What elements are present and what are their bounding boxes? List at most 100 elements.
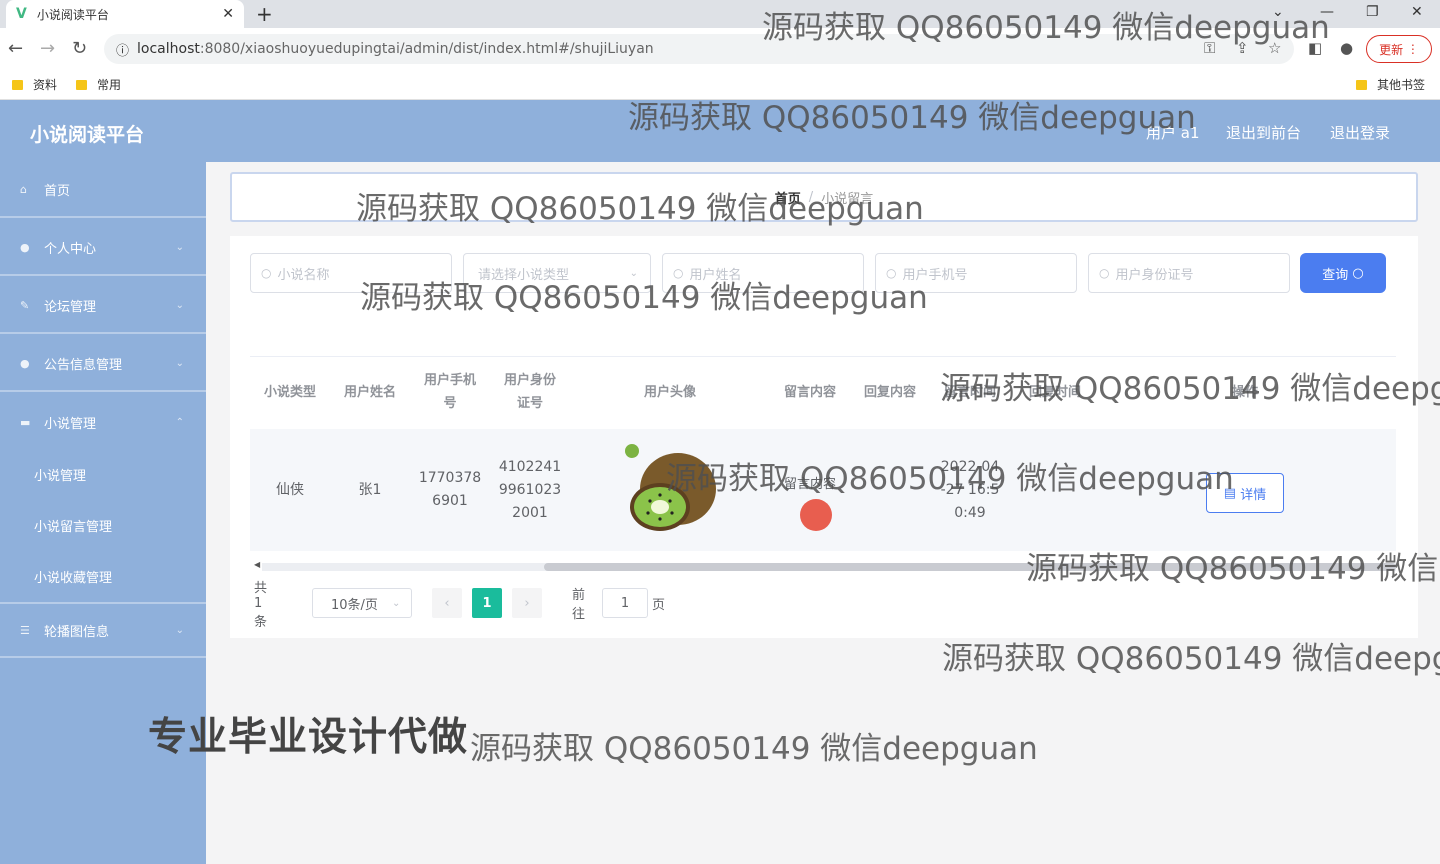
- share-icon[interactable]: ⇪: [1236, 39, 1249, 57]
- sidebar-subitem-novels[interactable]: 小说管理: [0, 449, 206, 500]
- sidebar-subitem-label: 小说管理: [34, 469, 87, 484]
- sidebar-subitem-comments[interactable]: 小说留言管理: [0, 500, 206, 551]
- detail-button[interactable]: ▤ 详情: [1206, 473, 1284, 513]
- url-path: :8080/xiaoshuoyuedupingtai/admin/dist/in…: [199, 41, 654, 57]
- bookmark-folder[interactable]: 常用: [76, 76, 121, 93]
- chevron-down-icon: ⌄: [175, 241, 184, 253]
- chevron-down-icon: ⌄: [175, 357, 184, 369]
- sidebar-item-label: 小说管理: [44, 416, 97, 432]
- user-phone-input[interactable]: ○ 用户手机号: [875, 253, 1077, 293]
- col-message: 留言内容: [783, 385, 836, 400]
- maximize-icon[interactable]: ❐: [1366, 4, 1379, 20]
- col-reply-time: 回复时间: [1028, 385, 1081, 400]
- forward-icon[interactable]: →: [40, 38, 55, 59]
- star-icon[interactable]: ☆: [1268, 39, 1281, 57]
- cell-line: 2001: [512, 505, 548, 521]
- sidebar-item-profile[interactable]: ● 个人中心 ⌄: [0, 220, 206, 276]
- col-phone: 用户手机 号: [410, 369, 490, 415]
- tab-search-icon[interactable]: ⌄: [1272, 4, 1284, 20]
- close-tab-icon[interactable]: ✕: [222, 6, 234, 22]
- table-scrollbar[interactable]: ◀: [250, 560, 1396, 574]
- window-close-icon[interactable]: ✕: [1411, 4, 1423, 20]
- sidepanel-icon[interactable]: ◧: [1308, 39, 1322, 57]
- user-name-input[interactable]: ○ 用户姓名: [662, 253, 864, 293]
- back-to-front-link[interactable]: 退出到前台: [1226, 122, 1301, 143]
- sidebar-item-label: 论坛管理: [44, 299, 97, 315]
- col-message-time: 留言时间: [943, 385, 996, 400]
- scroll-left-icon[interactable]: ◀: [254, 560, 260, 569]
- app-header: 小说阅读平台 用户 a1 退出到前台 退出登录: [0, 100, 1440, 162]
- chevron-down-icon: ⌄: [175, 624, 184, 636]
- table-row: 仙侠 张1 1770378 6901 4102241 9961023 2001: [250, 429, 1396, 551]
- forum-icon: ✎: [20, 298, 30, 312]
- col-novel-type: 小说类型: [263, 385, 316, 400]
- sidebar-item-label: 个人中心: [44, 241, 97, 257]
- page-number-1[interactable]: 1: [472, 588, 502, 618]
- cell-line: 4102241: [498, 459, 562, 475]
- sidebar-item-notice[interactable]: ● 公告信息管理 ⌄: [0, 336, 206, 392]
- prev-page-button[interactable]: ‹: [432, 588, 462, 618]
- address-bar[interactable]: ⓘ localhost:8080/xiaoshuoyuedupingtai/ad…: [104, 34, 1294, 64]
- chevron-down-icon: ⌄: [175, 299, 184, 311]
- col-user-name: 用户姓名: [343, 385, 396, 400]
- cell-line: 2022-04: [940, 459, 1000, 475]
- placeholder: 用户身份证号: [1115, 267, 1194, 283]
- current-user: 用户 a1: [1146, 124, 1200, 142]
- breadcrumb-current: 小说留言: [821, 191, 874, 207]
- query-button[interactable]: 查询 ○: [1300, 253, 1386, 293]
- cell-line: 6901: [432, 493, 468, 509]
- chevron-down-icon: ⌄: [391, 597, 401, 609]
- novel-name-input[interactable]: ○ 小说名称: [250, 253, 452, 293]
- profile-icon[interactable]: ●: [1340, 39, 1353, 57]
- sidebar-item-carousel[interactable]: ☰ 轮播图信息 ⌄: [0, 602, 206, 658]
- update-button[interactable]: 更新 ⋮: [1366, 35, 1432, 63]
- more-icon: ⋮: [1406, 42, 1419, 56]
- breadcrumb-home[interactable]: 首页: [775, 188, 801, 207]
- next-page-button[interactable]: ›: [512, 588, 542, 618]
- logout-link[interactable]: 退出登录: [1330, 122, 1390, 143]
- user-id-card-input[interactable]: ○ 用户身份证号: [1088, 253, 1290, 293]
- goto-page-input[interactable]: 1: [602, 588, 648, 618]
- vue-logo-icon: V: [16, 6, 27, 22]
- content-panel: ○ 小说名称 请选择小说类型 ⌄ ○ 用户姓名 ○ 用户手机号 ○ 用户身份证号 查询 …: [230, 236, 1418, 638]
- cell-novel-type: 仙侠: [276, 482, 304, 498]
- key-icon[interactable]: ⚿: [1204, 39, 1215, 57]
- site-info-icon[interactable]: ⓘ: [116, 40, 129, 59]
- browser-tab[interactable]: V 小说阅读平台 ✕: [6, 0, 244, 28]
- novel-type-select[interactable]: 请选择小说类型 ⌄: [463, 253, 651, 293]
- bookmarks-bar: 资料 常用 其他书签: [0, 70, 1440, 100]
- menu-icon: ☰: [20, 623, 30, 637]
- search-icon: ○: [261, 266, 272, 280]
- folder-icon: [76, 79, 87, 90]
- comments-table: 小说类型 用户姓名 用户手机 号 用户身份 证号 用户头像 留言内容 回复内容 …: [250, 356, 1396, 566]
- sidebar-item-forum[interactable]: ✎ 论坛管理 ⌄: [0, 278, 206, 334]
- reload-icon[interactable]: ↻: [72, 38, 87, 59]
- header-line: 用户身份: [503, 373, 556, 388]
- cell-line: 9961023: [498, 482, 562, 498]
- detail-label: 详情: [1240, 487, 1267, 503]
- minimize-icon[interactable]: —: [1320, 4, 1334, 20]
- book-icon: ▬: [20, 415, 31, 429]
- header-line: 证号: [516, 396, 543, 411]
- sidebar-subitem-favorites[interactable]: 小说收藏管理: [0, 551, 206, 602]
- query-label: 查询: [1322, 267, 1349, 283]
- placeholder: 小说名称: [277, 267, 330, 283]
- back-icon[interactable]: ←: [8, 38, 23, 59]
- cell-message-time: 2022-04 -27 16:5 0:49: [930, 456, 1010, 525]
- other-bookmarks[interactable]: 其他书签: [1356, 76, 1425, 93]
- sidebar-item-home[interactable]: ⌂ 首页: [0, 162, 206, 218]
- tab-title: 小说阅读平台: [36, 7, 109, 22]
- placeholder: 请选择小说类型: [478, 267, 570, 283]
- cell-message: 留言内容: [783, 477, 836, 492]
- browser-toolbar: ← → ↻ ⓘ localhost:8080/xiaoshuoyueduping…: [0, 28, 1440, 70]
- scroll-thumb[interactable]: [544, 563, 1396, 571]
- sidebar-item-novel[interactable]: ▬ 小说管理 ⌃: [0, 394, 206, 450]
- new-tab-icon[interactable]: +: [256, 2, 273, 26]
- user-icon: ●: [20, 240, 30, 254]
- cell-line: -27 16:5: [940, 482, 1000, 498]
- bookmark-folder[interactable]: 资料: [12, 76, 57, 93]
- document-icon: ▤: [1223, 485, 1237, 501]
- search-icon: ○: [1099, 266, 1110, 280]
- page-size-select[interactable]: 10条/页 ⌄: [312, 588, 412, 618]
- page-size-label: 10条/页: [331, 597, 378, 613]
